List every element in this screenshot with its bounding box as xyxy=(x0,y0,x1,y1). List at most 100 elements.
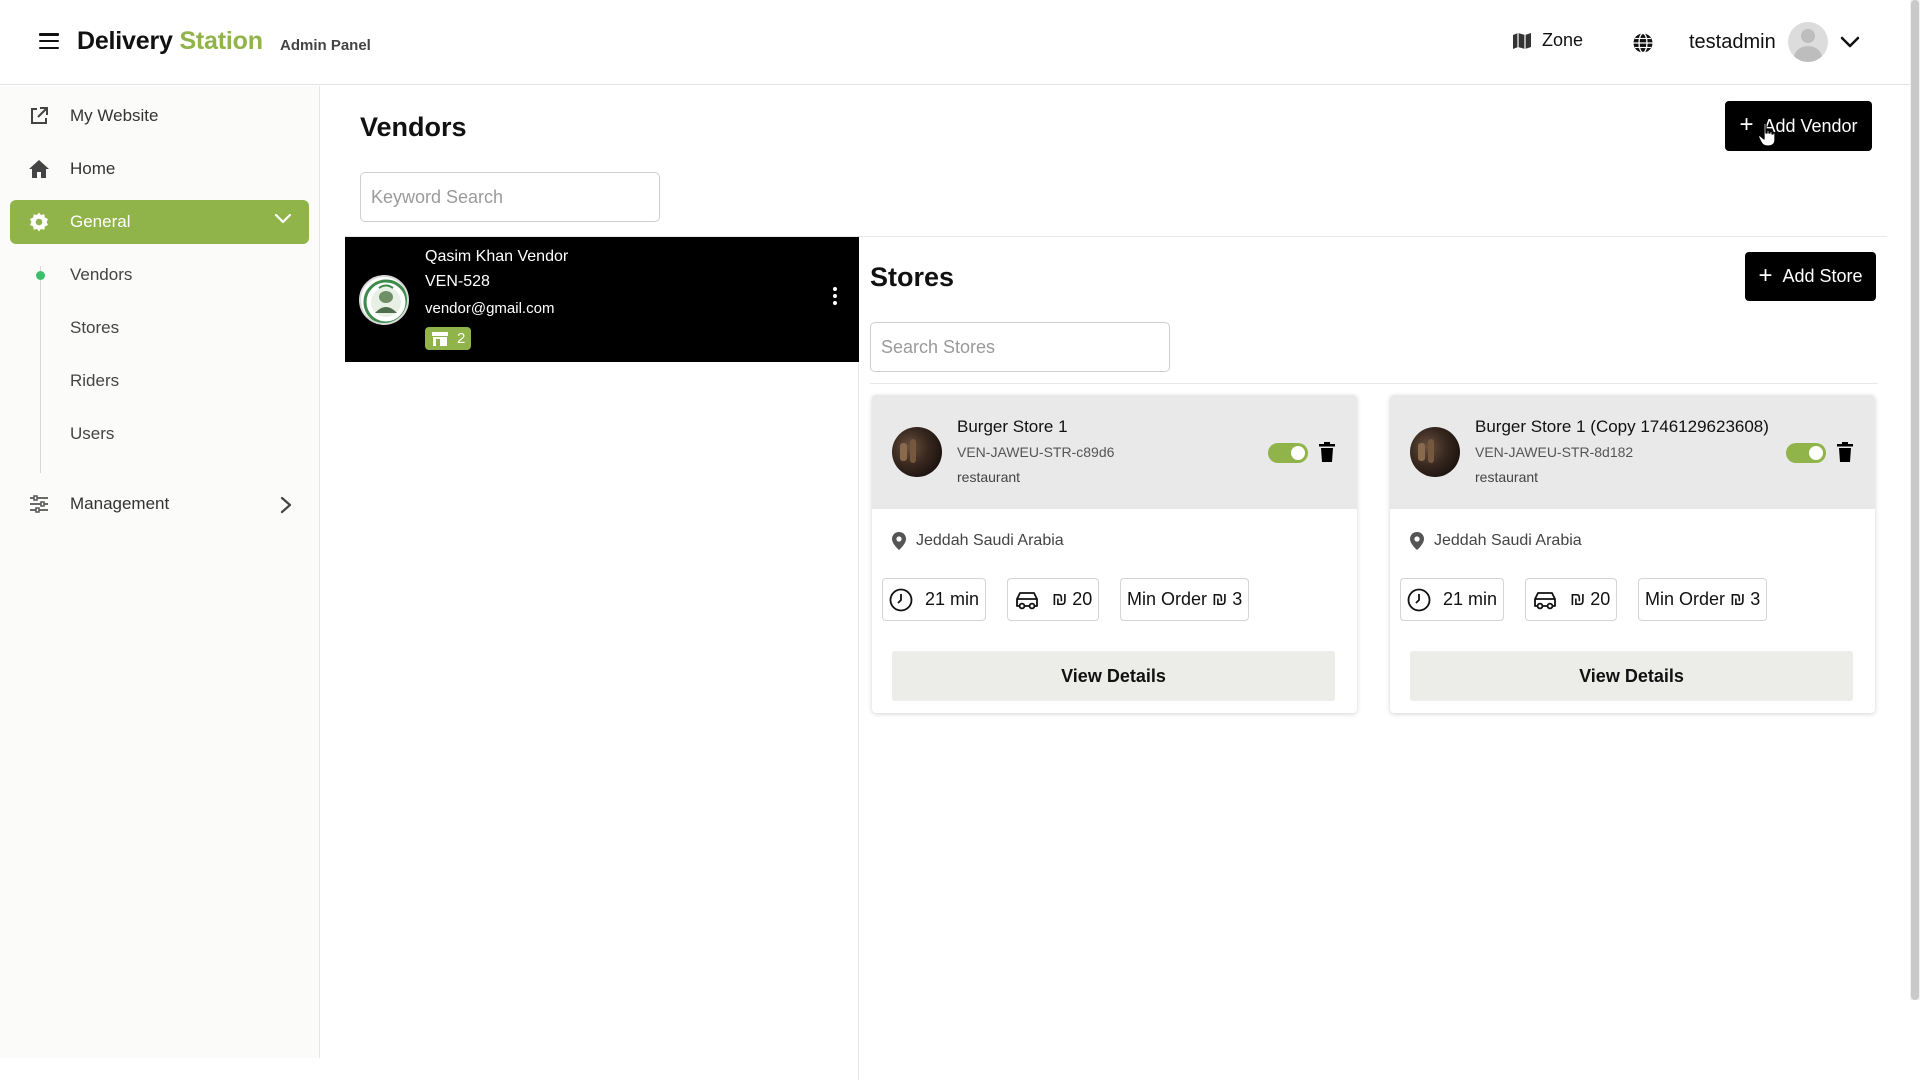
username: testadmin xyxy=(1689,30,1776,53)
store-code: VEN-JAWEU-STR-c89d6 xyxy=(957,444,1115,460)
vendor-logo xyxy=(359,275,409,325)
divider xyxy=(870,383,1878,384)
submenu-line xyxy=(40,266,41,473)
language-button[interactable] xyxy=(1632,32,1654,59)
store-search-input[interactable] xyxy=(881,336,1169,358)
trash-icon[interactable] xyxy=(1837,442,1853,462)
store-location: Jeddah Saudi Arabia xyxy=(892,532,1064,550)
more-options-icon[interactable] xyxy=(833,287,839,305)
vendor-search-field xyxy=(360,172,660,222)
globe-icon xyxy=(1633,32,1653,54)
store-card-header: Burger Store 1 VEN-JAWEU-STR-c89d6 resta… xyxy=(872,395,1357,509)
vendor-card[interactable]: Qasim Khan Vendor VEN-528 vendor@gmail.c… xyxy=(345,237,859,362)
store-count: 2 xyxy=(457,330,466,347)
min-order-chip: Min Order ₪ 3 xyxy=(1638,578,1768,621)
brand-accent: Station xyxy=(179,27,263,55)
delivery-fee-chip: ₪ 20 xyxy=(1525,578,1618,621)
location-pin-icon xyxy=(1410,532,1424,550)
store-location: Jeddah Saudi Arabia xyxy=(1410,532,1582,550)
store-location-text: Jeddah Saudi Arabia xyxy=(916,532,1064,549)
min-order-chip: Min Order ₪ 3 xyxy=(1120,578,1250,621)
store-status-toggle[interactable] xyxy=(1268,443,1308,463)
store-type: restaurant xyxy=(1475,469,1539,485)
top-header: Delivery Station Admin Panel Zone testad… xyxy=(0,0,1910,85)
store-location-text: Jeddah Saudi Arabia xyxy=(1434,532,1582,549)
chevron-right-icon xyxy=(280,496,292,514)
brand-main: Delivery xyxy=(77,27,173,55)
clock-icon xyxy=(889,588,913,611)
add-vendor-button[interactable]: + Add Vendor xyxy=(1725,101,1872,151)
sidebar-item-my-website[interactable]: My Website xyxy=(10,94,309,138)
store-card: Burger Store 1 (Copy 1746129623608) VEN-… xyxy=(1390,395,1875,713)
active-indicator xyxy=(36,271,45,280)
sidebar-subitem-stores[interactable]: Stores xyxy=(70,318,119,338)
page-scrollbar[interactable] xyxy=(1910,0,1920,1000)
store-name: Burger Store 1 (Copy 1746129623608) xyxy=(1475,417,1769,436)
store-search-field xyxy=(870,322,1170,372)
view-details-button[interactable]: View Details xyxy=(892,651,1335,701)
sidebar-item-management[interactable]: Management xyxy=(10,482,309,526)
chevron-down-icon xyxy=(1840,36,1859,48)
brand-logo[interactable]: Delivery Station xyxy=(77,27,263,56)
sidebar-subitem-users[interactable]: Users xyxy=(70,424,114,444)
delivery-time: 21 min xyxy=(925,589,980,609)
car-icon xyxy=(1016,591,1038,609)
store-status-toggle[interactable] xyxy=(1786,443,1826,463)
location-pin-icon xyxy=(892,532,906,550)
home-icon xyxy=(28,158,50,180)
stores-title: Stores xyxy=(870,262,955,292)
page-title: Vendors xyxy=(360,112,467,142)
sidebar-subitem-vendors[interactable]: Vendors xyxy=(70,265,132,285)
plus-icon: + xyxy=(1739,111,1754,138)
avatar xyxy=(1787,22,1828,62)
vendor-code: VEN-528 xyxy=(425,273,490,290)
menu-icon[interactable] xyxy=(39,33,59,49)
car-icon xyxy=(1534,591,1556,609)
delivery-time-chip: 21 min xyxy=(1400,578,1505,621)
sidebar-item-label: General xyxy=(70,212,131,231)
delivery-fee-chip: ₪ 20 xyxy=(1007,578,1100,621)
add-store-button[interactable]: + Add Store xyxy=(1745,252,1876,301)
store-card-header: Burger Store 1 (Copy 1746129623608) VEN-… xyxy=(1390,395,1875,509)
sidebar: My Website Home General Vendors Stores R… xyxy=(0,86,320,1058)
delivery-time-chip: 21 min xyxy=(882,578,987,621)
vendor-search-input[interactable] xyxy=(371,186,659,208)
trash-icon[interactable] xyxy=(1319,442,1335,462)
scrollbar-thumb[interactable] xyxy=(1911,0,1919,1000)
store-code: VEN-JAWEU-STR-8d182 xyxy=(1475,444,1634,460)
sidebar-item-label: My Website xyxy=(70,106,159,125)
min-order: Min Order ₪ 3 xyxy=(1127,589,1243,609)
zone-button[interactable]: Zone xyxy=(1512,30,1583,51)
sidebar-item-label: Home xyxy=(70,159,116,178)
map-icon xyxy=(1513,32,1531,49)
vendor-email: vendor@gmail.com xyxy=(425,300,555,317)
gear-icon xyxy=(28,211,50,233)
hand-cursor-icon xyxy=(1757,122,1776,147)
clock-icon xyxy=(1407,588,1431,611)
add-store-label: Add Store xyxy=(1782,266,1863,286)
delivery-fee: ₪ 20 xyxy=(1052,589,1093,609)
delivery-fee: ₪ 20 xyxy=(1570,589,1611,609)
sliders-icon xyxy=(28,493,50,515)
store-image xyxy=(1410,427,1460,477)
store-card: Burger Store 1 VEN-JAWEU-STR-c89d6 resta… xyxy=(872,395,1357,713)
store-icon xyxy=(432,331,448,346)
sidebar-item-home[interactable]: Home xyxy=(10,147,309,191)
store-count-badge: 2 xyxy=(425,327,472,350)
vendor-name: Qasim Khan Vendor xyxy=(425,248,569,265)
sidebar-item-general[interactable]: General xyxy=(10,200,309,244)
sidebar-item-label: Management xyxy=(70,494,170,513)
store-name: Burger Store 1 xyxy=(957,417,1068,436)
chevron-down-icon xyxy=(274,213,292,224)
store-image xyxy=(892,427,942,477)
delivery-time: 21 min xyxy=(1443,589,1498,609)
view-details-button[interactable]: View Details xyxy=(1410,651,1853,701)
vendor-list xyxy=(345,237,859,1080)
plus-icon: + xyxy=(1758,261,1773,289)
min-order: Min Order ₪ 3 xyxy=(1645,589,1761,609)
external-link-icon xyxy=(28,105,50,127)
zone-label: Zone xyxy=(1542,30,1584,50)
brand-subtitle: Admin Panel xyxy=(280,37,371,54)
sidebar-subitem-riders[interactable]: Riders xyxy=(70,371,119,391)
user-menu[interactable]: testadmin xyxy=(1689,22,1860,62)
